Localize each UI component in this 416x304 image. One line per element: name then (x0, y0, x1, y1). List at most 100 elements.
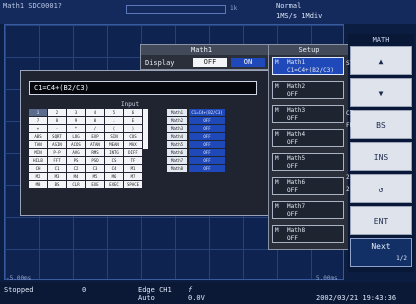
math-table-row[interactable]: Math2 OFF (167, 117, 263, 124)
expression-dialog: C1=C4+(B2/C3) Input 1 2 3 4 5 6 7 8 9 0. E + - * /() AB… (20, 70, 270, 216)
top-left-status: Math1 SDC0001? (3, 2, 63, 10)
side-label-2: FF (346, 122, 354, 129)
setup-item[interactable]: M Math4 OFF (272, 129, 344, 147)
top-status-bar: Math1 SDC0001? 1k Normal 1MS/s 1Mdiv (0, 0, 416, 24)
setup-item-name: Math6 (287, 179, 306, 186)
math-table-value: OFF (189, 157, 225, 164)
side-label-4: 2: (346, 174, 354, 181)
math-table-name: Math4 (167, 133, 187, 140)
setup-item[interactable]: M Math5 OFF (272, 153, 344, 171)
setup-item-mark: M (275, 179, 279, 186)
undo-button[interactable]: ↺ (350, 174, 412, 203)
softkey-panel: MATH ▲ ▼ BS INS ↺ ENT Next 1/2 ST FF C7 … (346, 34, 414, 272)
math-header-panel: Math1 Display OFF ON (140, 44, 270, 70)
math-table-value: OFF (189, 117, 225, 124)
expression-input[interactable]: C1=C4+(B2/C3) (29, 81, 257, 95)
setup-item-name: Math8 (287, 227, 306, 234)
keypad-key[interactable]: M7 (124, 173, 142, 180)
setup-item-name: Math7 (287, 203, 306, 210)
math-table-value: OFF (189, 141, 225, 148)
acquisition-mode: Normal (276, 2, 302, 10)
setup-item-name: Math3 (287, 107, 306, 114)
setup-item-mark: M (275, 59, 279, 66)
math-table: Math1 C1=C4+(B2/C3) Math2 OFF Math3 OFF Math4 O… (21, 109, 271, 172)
setup-item-value: OFF (287, 187, 298, 194)
setup-item-mark: M (275, 227, 279, 234)
trigger-mode: Auto (138, 294, 155, 302)
keypad-key[interactable]: EXE (86, 181, 104, 188)
keypad-key[interactable]: CLR (67, 181, 85, 188)
setup-item-mark: M (275, 131, 279, 138)
trigger-level: 0.0V (188, 294, 205, 302)
setup-panel: Setup M Math1 C1=C4+(B2/C3) M Math2 OFF M Math3… (268, 44, 350, 250)
setup-item[interactable]: M Math1 C1=C4+(B2/C3) (272, 57, 344, 75)
setup-item[interactable]: M Math2 OFF (272, 81, 344, 99)
right-time-label: 5.00ms (316, 275, 338, 282)
setup-item-mark: M (275, 203, 279, 210)
next-page-button[interactable]: Next 1/2 (350, 238, 412, 267)
keypad-key[interactable]: EXEC (105, 181, 123, 188)
display-label: Display (145, 59, 175, 67)
math-table-value: OFF (189, 149, 225, 156)
insert-button[interactable]: INS (350, 142, 412, 171)
display-on-option[interactable]: ON (231, 58, 265, 67)
keypad-key[interactable]: M3 (48, 173, 66, 180)
setup-item-value: OFF (287, 115, 298, 122)
setup-item-mark: M (275, 83, 279, 90)
math-table-row[interactable]: Math1 C1=C4+(B2/C3) (167, 109, 263, 116)
keypad-key[interactable]: BS (48, 181, 66, 188)
math-table-row[interactable]: Math3 OFF (167, 125, 263, 132)
math-table-row[interactable]: Math8 OFF (167, 165, 263, 172)
setup-item[interactable]: M Math7 OFF (272, 201, 344, 219)
keypad-key[interactable]: M5 (86, 173, 104, 180)
math-table-row[interactable]: Math5 OFF (167, 141, 263, 148)
next-label: Next (371, 242, 391, 251)
math-table-row[interactable]: Math7 OFF (167, 157, 263, 164)
keypad-key[interactable]: M4 (67, 173, 85, 180)
down-arrow-button[interactable]: ▼ (350, 78, 412, 107)
keypad-key[interactable]: M6 (105, 173, 123, 180)
keypad-key[interactable]: M2 (29, 173, 47, 180)
keypad-key[interactable]: SPACE (124, 181, 142, 188)
trigger-type: Edge CH1 (138, 286, 172, 294)
setup-item-name: Math1 (287, 59, 306, 66)
setup-item[interactable]: M Math3 OFF (272, 105, 344, 123)
math-table-row[interactable]: Math6 OFF (167, 149, 263, 156)
setup-item-name: Math2 (287, 83, 306, 90)
keypad-title: Input (121, 101, 140, 108)
enter-button[interactable]: ENT (350, 206, 412, 235)
backspace-button[interactable]: BS (350, 110, 412, 139)
setup-item-value: C1=C4+(B2/C3) (287, 67, 334, 74)
run-state: Stopped (4, 286, 34, 294)
record-length-tag: 1k (230, 5, 238, 12)
math-table-value: OFF (189, 133, 225, 140)
keypad-key[interactable]: M8 (29, 181, 47, 188)
setup-item-mark: M (275, 155, 279, 162)
setup-item[interactable]: M Math8 OFF (272, 225, 344, 243)
math-table-name: Math6 (167, 149, 187, 156)
setup-item-name: Math4 (287, 131, 306, 138)
side-label-1: ST (346, 60, 354, 67)
acquisition-count: 0 (82, 286, 87, 294)
record-position-bar (126, 5, 226, 14)
softkey-title: MATH (372, 36, 390, 44)
setup-item[interactable]: M Math6 OFF (272, 177, 344, 195)
trigger-slope-icon: f (188, 286, 193, 294)
math-table-row[interactable]: Math4 OFF (167, 133, 263, 140)
setup-list: M Math1 C1=C4+(B2/C3) M Math2 OFF M Math3 OFF M Ma… (269, 57, 349, 247)
left-time-label: -5.00ms (6, 275, 32, 282)
bottom-status-bar: -5.00ms 5.00ms Stopped 0 Edge CH1 Auto f… (0, 275, 416, 304)
up-arrow-button[interactable]: ▲ (350, 46, 412, 75)
setup-item-value: OFF (287, 163, 298, 170)
math-table-value: OFF (189, 125, 225, 132)
math-table-name: Math7 (167, 157, 187, 164)
math-table-value: C1=C4+(B2/C3) (189, 109, 225, 116)
display-off-option[interactable]: OFF (193, 58, 227, 67)
setup-title: Setup (269, 45, 349, 55)
side-label-3: C7 (346, 110, 354, 117)
setup-item-value: OFF (287, 211, 298, 218)
math-table-name: Math3 (167, 125, 187, 132)
setup-item-value: OFF (287, 91, 298, 98)
math-table-value: OFF (189, 165, 225, 172)
math-header-title: Math1 (191, 46, 213, 54)
